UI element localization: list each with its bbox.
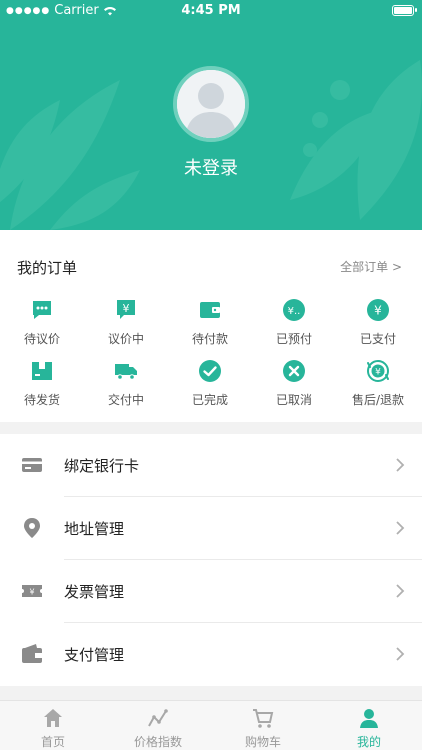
wallet-icon bbox=[200, 302, 220, 318]
order-status-label: 已完成 bbox=[191, 393, 228, 407]
profile-header: ●●●●● Carrier 4:45 PM 未登录 bbox=[0, 0, 422, 230]
bottom-tab-bar: 首页 价格指数 购物车 我的 bbox=[0, 700, 422, 750]
order-status-completed[interactable]: 已完成 bbox=[168, 359, 252, 408]
order-status-label: 待议价 bbox=[23, 332, 60, 346]
order-status-pending-negotiation[interactable]: 待议价 bbox=[0, 298, 84, 347]
chevron-right-icon bbox=[396, 647, 405, 661]
order-status-label: 已支付 bbox=[359, 332, 396, 346]
menu-label: 地址管理 bbox=[64, 520, 125, 538]
order-status-pending-shipment[interactable]: 待发货 bbox=[0, 359, 84, 408]
check-circle-icon bbox=[199, 360, 221, 382]
tab-mine[interactable]: 我的 bbox=[329, 707, 409, 750]
yen-bubble-icon: ¥ bbox=[117, 300, 135, 319]
status-bar: ●●●●● Carrier 4:45 PM bbox=[0, 0, 422, 22]
order-status-label: 已取消 bbox=[275, 393, 312, 407]
user-icon bbox=[360, 709, 378, 728]
tab-label: 价格指数 bbox=[133, 735, 182, 749]
x-circle-icon bbox=[283, 360, 305, 382]
order-status-negotiating[interactable]: ¥ 议价中 bbox=[84, 298, 168, 347]
refund-icon: ¥ bbox=[367, 360, 389, 382]
tab-label: 购物车 bbox=[244, 735, 281, 749]
order-status-paid[interactable]: ¥ 已支付 bbox=[336, 298, 420, 347]
leaf-decoration-right bbox=[290, 60, 422, 220]
invoice-icon: ¥ bbox=[22, 585, 42, 597]
menu-label: 支付管理 bbox=[64, 646, 125, 664]
tab-cart[interactable]: 购物车 bbox=[223, 707, 303, 750]
home-icon bbox=[44, 709, 62, 727]
svg-text:¥..: ¥.. bbox=[288, 306, 301, 317]
order-status-prepaid[interactable]: ¥.. 已预付 bbox=[252, 298, 336, 347]
yen-coin-icon: ¥.. bbox=[283, 299, 305, 321]
order-status-delivering[interactable]: 交付中 bbox=[84, 359, 168, 408]
order-status-label: 待发货 bbox=[23, 393, 60, 407]
menu-item-address[interactable]: 地址管理 bbox=[0, 497, 422, 560]
bank-card-icon bbox=[22, 458, 42, 472]
my-orders-card: 我的订单 全部订单 > 待议价 ¥ 议价中 待付款 ¥.. 已预付 ¥ 已支付 … bbox=[0, 230, 422, 422]
default-avatar-icon bbox=[177, 70, 245, 138]
svg-text:¥: ¥ bbox=[375, 368, 381, 378]
svg-text:¥: ¥ bbox=[374, 304, 382, 318]
orders-title: 我的订单 bbox=[17, 259, 78, 277]
chevron-right-icon bbox=[396, 521, 405, 535]
menu-item-invoice[interactable]: ¥ 发票管理 bbox=[0, 560, 422, 623]
svg-text:¥: ¥ bbox=[123, 302, 130, 315]
avatar[interactable] bbox=[173, 66, 249, 142]
order-status-label: 议价中 bbox=[107, 332, 144, 346]
cart-icon bbox=[253, 709, 274, 728]
order-status-label: 售后/退款 bbox=[351, 393, 405, 407]
tab-price-index[interactable]: 价格指数 bbox=[118, 707, 198, 750]
svg-text:¥: ¥ bbox=[29, 588, 34, 597]
tab-home[interactable]: 首页 bbox=[13, 707, 93, 750]
package-icon bbox=[32, 362, 52, 380]
order-status-cancelled[interactable]: 已取消 bbox=[252, 359, 336, 408]
tab-label: 首页 bbox=[40, 735, 65, 749]
status-time: 4:45 PM bbox=[181, 3, 241, 18]
login-status-text[interactable]: 未登录 bbox=[0, 154, 422, 180]
yen-coin-icon: ¥ bbox=[367, 299, 389, 321]
settings-menu: 绑定银行卡 地址管理 ¥ 发票管理 支付管理 bbox=[0, 434, 422, 686]
all-orders-link[interactable]: 全部订单 > bbox=[340, 258, 402, 275]
trend-icon bbox=[148, 709, 168, 727]
chevron-right-icon bbox=[396, 584, 405, 598]
menu-item-bank-card[interactable]: 绑定银行卡 bbox=[0, 434, 422, 497]
menu-label: 绑定银行卡 bbox=[64, 457, 140, 475]
order-status-after-sales-refund[interactable]: ¥ 售后/退款 bbox=[336, 359, 420, 408]
order-status-label: 待付款 bbox=[191, 332, 228, 346]
order-status-label: 交付中 bbox=[107, 393, 144, 407]
order-status-pending-payment[interactable]: 待付款 bbox=[168, 298, 252, 347]
tab-label: 我的 bbox=[356, 735, 381, 749]
menu-item-payment[interactable]: 支付管理 bbox=[0, 623, 422, 686]
order-status-label: 已预付 bbox=[275, 332, 312, 346]
truck-icon bbox=[115, 364, 137, 380]
chevron-right-icon bbox=[396, 458, 405, 472]
location-pin-icon bbox=[24, 518, 40, 538]
chat-bubble-icon bbox=[33, 301, 51, 319]
battery-icon bbox=[392, 5, 417, 16]
wallet-icon bbox=[22, 644, 42, 663]
leaf-decoration-left bbox=[0, 80, 140, 230]
menu-label: 发票管理 bbox=[64, 583, 125, 601]
